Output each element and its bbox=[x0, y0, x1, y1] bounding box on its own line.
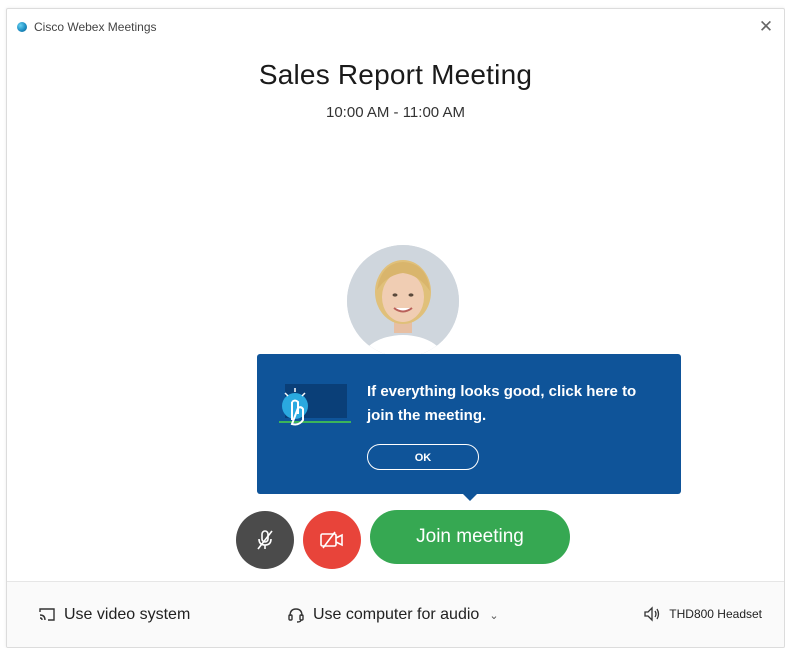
speaker-label: THD800 Headset bbox=[669, 607, 762, 621]
chevron-down-icon: ⌄ bbox=[489, 609, 499, 622]
speaker-icon bbox=[644, 606, 660, 622]
ok-button[interactable]: OK bbox=[367, 444, 479, 470]
video-system-label: Use video system bbox=[64, 606, 191, 623]
title-bar: Cisco Webex Meetings ✕ bbox=[7, 9, 784, 43]
headset-icon bbox=[288, 608, 304, 623]
speaker-selector[interactable]: THD800 Headset bbox=[643, 606, 762, 622]
cast-icon bbox=[39, 608, 55, 621]
video-button[interactable] bbox=[303, 511, 361, 569]
avatar-image bbox=[347, 245, 459, 357]
webex-window: Cisco Webex Meetings ✕ Sales Report Meet… bbox=[6, 8, 785, 648]
webex-logo-icon bbox=[17, 22, 27, 32]
use-video-system-button[interactable]: Use video system bbox=[38, 606, 190, 624]
audio-option-dropdown[interactable]: Use computer for audio ⌄ bbox=[287, 606, 499, 624]
microphone-muted-icon bbox=[257, 530, 273, 550]
avatar bbox=[347, 245, 459, 357]
click-hand-icon bbox=[279, 380, 351, 430]
app-title: Cisco Webex Meetings bbox=[34, 20, 157, 34]
tooltip-message: If everything looks good, click here to … bbox=[367, 383, 637, 424]
close-icon[interactable]: ✕ bbox=[756, 17, 776, 37]
video-off-icon bbox=[320, 531, 343, 549]
mute-button[interactable] bbox=[236, 511, 294, 569]
meeting-title: Sales Report Meeting bbox=[258, 59, 533, 90]
bottom-bar: Use video system Use computer for audio … bbox=[7, 581, 784, 647]
join-coach-tooltip: If everything looks good, click here to … bbox=[257, 354, 681, 501]
join-meeting-button[interactable]: Join meeting bbox=[370, 510, 570, 564]
audio-option-label: Use computer for audio bbox=[313, 606, 480, 623]
meeting-time: 10:00 AM - 11:00 AM bbox=[326, 104, 465, 121]
tooltip-pointer bbox=[462, 493, 478, 501]
